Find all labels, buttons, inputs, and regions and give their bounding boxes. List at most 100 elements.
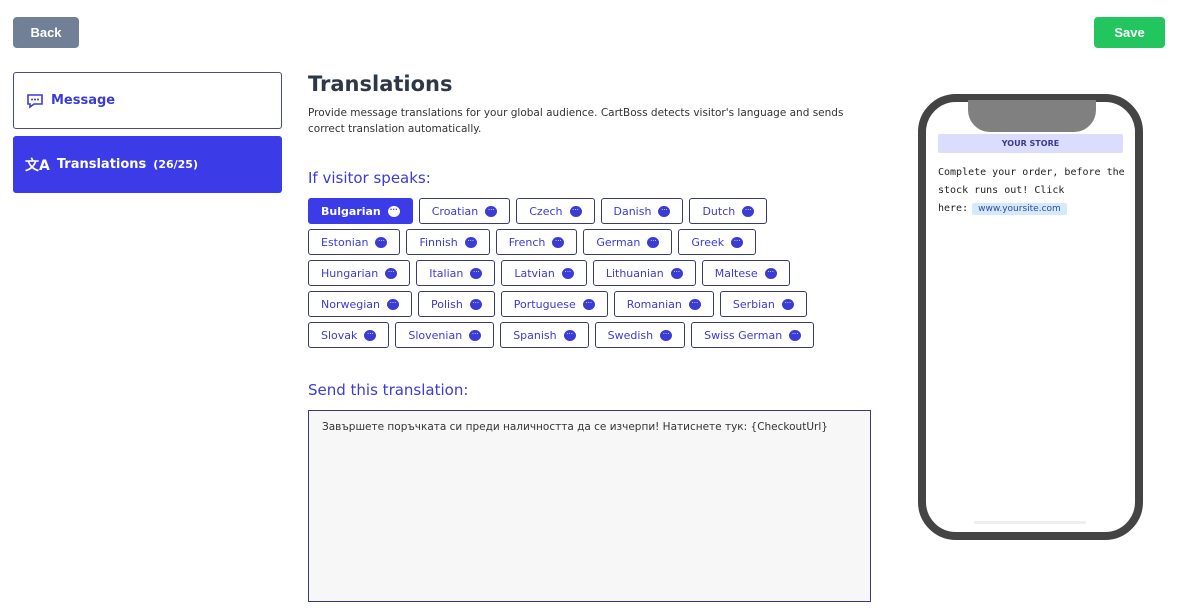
visitor-language-label: If visitor speaks: (308, 169, 431, 187)
chat-bubble-icon: ··· (781, 298, 794, 310)
send-translation-label: Send this translation: (308, 381, 469, 399)
language-romanian[interactable]: Romanian ··· (613, 291, 714, 317)
translation-input[interactable]: Завършете поръчката си преди наличността… (308, 410, 871, 602)
chat-bubble-icon: ··· (647, 236, 660, 248)
language-label: Maltese (714, 266, 758, 280)
language-row: Estonian ··· Finnish ··· French ··· German ··· G… (308, 229, 814, 255)
language-czech[interactable]: Czech ··· (516, 198, 595, 224)
sms-preview: Complete your order, before the stock ru… (938, 164, 1128, 218)
sms-link: www.yoursite.com (972, 203, 1067, 215)
language-french[interactable]: French ··· (495, 229, 578, 255)
language-label: Romanian (626, 297, 682, 311)
sidebar-item-message[interactable]: Message (13, 72, 282, 129)
language-croatian[interactable]: Croatian ··· (418, 198, 511, 224)
translate-icon: 文A (25, 157, 50, 174)
language-maltese[interactable]: Maltese ··· (701, 260, 790, 286)
language-label: Bulgarian (321, 204, 381, 218)
language-spanish[interactable]: Spanish ··· (500, 322, 589, 348)
phone-notch (968, 100, 1096, 132)
language-label: Swiss German (704, 328, 783, 342)
language-german[interactable]: German ··· (583, 229, 673, 255)
language-polish[interactable]: Polish ··· (418, 291, 495, 317)
language-label: Slovenian (408, 328, 463, 342)
language-latvian[interactable]: Latvian ··· (501, 260, 587, 286)
chat-bubble-icon: ··· (469, 329, 482, 341)
language-label: Italian (429, 266, 464, 280)
language-swedish[interactable]: Swedish ··· (594, 322, 686, 348)
chat-bubble-icon: ··· (660, 329, 673, 341)
language-lithuanian[interactable]: Lithuanian ··· (592, 260, 696, 286)
language-label: Danish (613, 204, 652, 218)
language-label: German (596, 235, 641, 249)
language-finnish[interactable]: Finnish ··· (406, 229, 490, 255)
phone-preview: YOUR STORE Complete your order, before t… (918, 94, 1143, 540)
chat-bubble-icon: ··· (688, 298, 701, 310)
language-label: Hungarian (321, 266, 379, 280)
language-label: Greek (691, 235, 725, 249)
sidebar-item-label: Message (51, 93, 116, 108)
page-title: Translations (308, 72, 453, 96)
language-norwegian[interactable]: Norwegian ··· (308, 291, 412, 317)
chat-bubble-icon: ··· (658, 205, 671, 217)
language-label: Norwegian (321, 297, 380, 311)
chat-bubble-icon: ··· (470, 267, 483, 279)
back-button[interactable]: Back (13, 17, 79, 48)
language-label: Estonian (321, 235, 369, 249)
language-row: Norwegian ··· Polish ··· Portuguese ··· Romani… (308, 291, 814, 317)
language-row: Hungarian ··· Italian ··· Latvian ··· Lithuani… (308, 260, 814, 286)
store-header: YOUR STORE (938, 134, 1123, 153)
chat-bubble-icon: ··· (582, 298, 595, 310)
language-label: Spanish (513, 328, 557, 342)
sidebar-item-label: Translations (56, 157, 147, 172)
chat-bubble-icon: ··· (569, 205, 582, 217)
language-bulgarian[interactable]: Bulgarian ··· (308, 198, 413, 224)
language-label: Czech (529, 204, 563, 218)
chat-bubble-icon: ··· (561, 267, 574, 279)
chat-bubble-icon: ··· (364, 329, 377, 341)
language-italian[interactable]: Italian ··· (416, 260, 496, 286)
language-label: Polish (431, 297, 463, 311)
language-label: Croatian (431, 204, 479, 218)
home-indicator (974, 521, 1086, 524)
chat-bubble-icon: ··· (789, 329, 802, 341)
language-label: Portuguese (513, 297, 576, 311)
language-serbian[interactable]: Serbian ··· (719, 291, 807, 317)
language-slovenian[interactable]: Slovenian ··· (395, 322, 495, 348)
language-hungarian[interactable]: Hungarian ··· (308, 260, 411, 286)
language-slovak[interactable]: Slovak ··· (308, 322, 390, 348)
page-description: Provide message translations for your gl… (308, 107, 844, 135)
translation-count: (26/25) (153, 158, 198, 171)
language-swiss-german[interactable]: Swiss German ··· (691, 322, 815, 348)
save-button[interactable]: Save (1094, 17, 1165, 48)
chat-bubble-icon: ··· (485, 205, 498, 217)
chat-bubble-icon: ··· (563, 329, 576, 341)
chat-bubble-icon: ··· (375, 236, 388, 248)
language-label: Finnish (419, 235, 458, 249)
language-label: Latvian (514, 266, 555, 280)
language-estonian[interactable]: Estonian ··· (308, 229, 401, 255)
sidebar-item-translations[interactable]: 文A Translations (26/25) (13, 136, 282, 193)
chat-bubble-icon: ··· (670, 267, 683, 279)
chat-bubble-icon: ··· (731, 236, 744, 248)
chat-bubble-icon: ··· (764, 267, 777, 279)
language-label: Swedish (607, 328, 654, 342)
language-label: French (508, 235, 546, 249)
language-portuguese[interactable]: Portuguese ··· (500, 291, 608, 317)
chat-bubble-icon: ··· (387, 205, 400, 217)
language-dutch[interactable]: Dutch ··· (689, 198, 768, 224)
language-row: Bulgarian ··· Croatian ··· Czech ··· Danish ···… (308, 198, 814, 224)
chat-bubble-icon: ··· (464, 236, 477, 248)
chat-bubble-icon: ··· (469, 298, 482, 310)
language-row: Slovak ··· Slovenian ··· Spanish ··· Swedish ··… (308, 322, 815, 348)
language-label: Dutch (702, 204, 736, 218)
chat-bubble-icon: ··· (385, 267, 398, 279)
language-danish[interactable]: Danish ··· (600, 198, 684, 224)
language-list: Bulgarian ··· Croatian ··· Czech ··· Danish ···… (308, 198, 815, 353)
language-label: Lithuanian (605, 266, 664, 280)
language-label: Slovak (321, 328, 358, 342)
language-label: Serbian (732, 297, 775, 311)
message-icon (27, 93, 43, 109)
chat-bubble-icon: ··· (552, 236, 565, 248)
chat-bubble-icon: ··· (742, 205, 755, 217)
language-greek[interactable]: Greek ··· (678, 229, 757, 255)
